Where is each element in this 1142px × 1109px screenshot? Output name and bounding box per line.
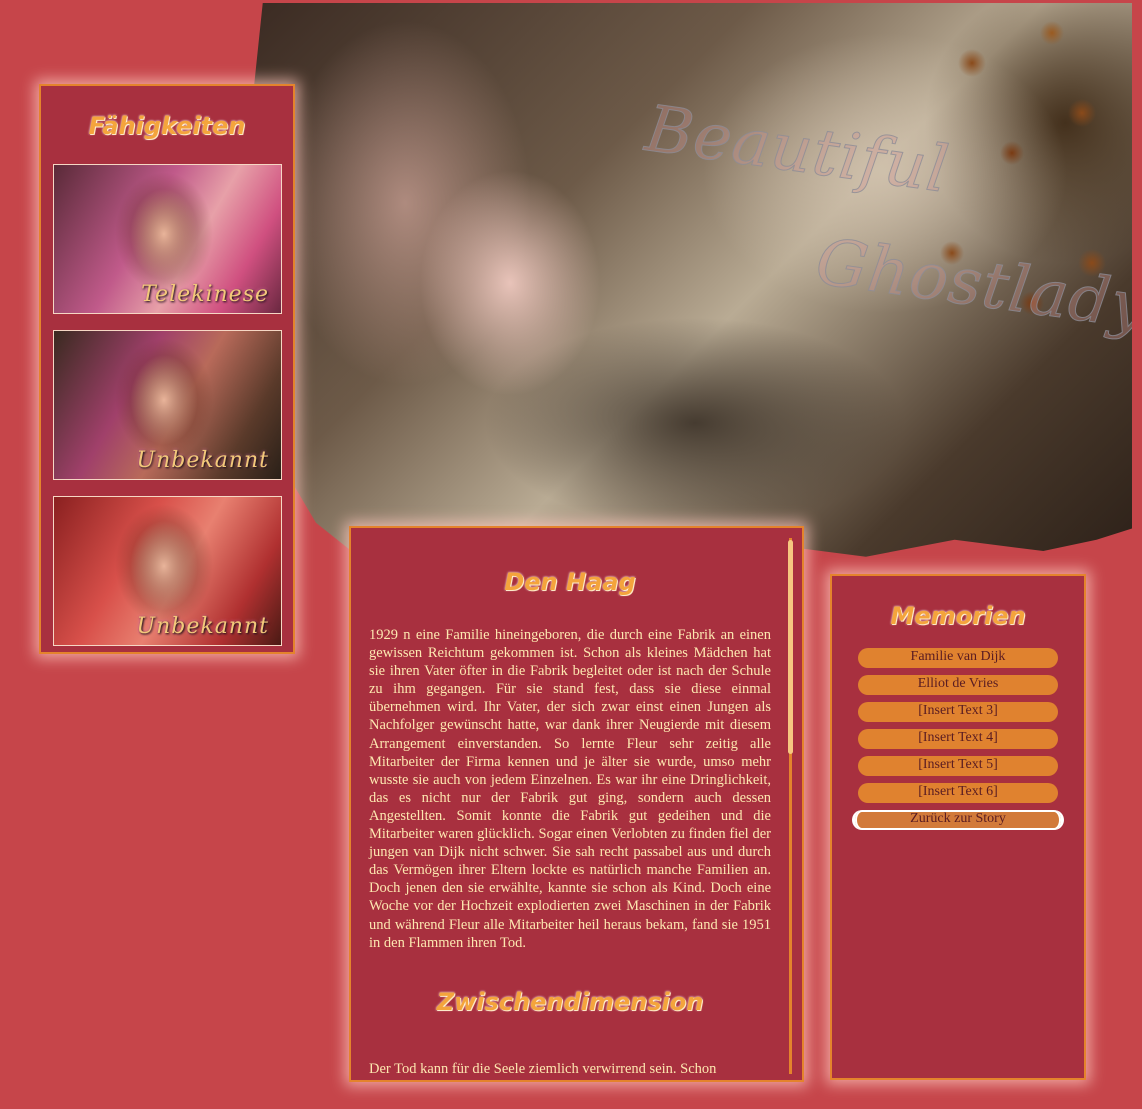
- section-title-den-haag: Den Haag: [504, 568, 636, 596]
- story-paragraph-2: Der Tod kann für die Seele ziemlich verw…: [369, 1060, 717, 1077]
- ability-label: Unbekannt: [136, 448, 269, 473]
- memories-panel: Memorien Familie van Dijk Elliot de Vrie…: [830, 574, 1086, 1080]
- ability-card-2: Unbekannt: [53, 330, 282, 480]
- memory-button-familie-van-dijk[interactable]: Familie van Dijk: [858, 648, 1058, 668]
- abilities-panel: Fähigkeiten Telekinese Unbekannt Unbekan…: [39, 84, 295, 654]
- memory-button-3[interactable]: [Insert Text 3]: [858, 702, 1058, 722]
- memory-button-elliot-de-vries[interactable]: Elliot de Vries: [858, 675, 1058, 695]
- section-title-zwischendimension: Zwischendimension: [436, 987, 704, 1016]
- memory-button-5[interactable]: [Insert Text 5]: [858, 756, 1058, 776]
- story-panel[interactable]: Den Haag 1929 n eine Familie hineingebor…: [349, 526, 804, 1082]
- roses-decoration: [912, 3, 1132, 423]
- ability-label: Unbekannt: [136, 614, 269, 639]
- ability-card-1: Telekinese: [53, 164, 282, 314]
- header-title-line1: Beautiful: [641, 92, 954, 209]
- memory-button-6[interactable]: [Insert Text 6]: [858, 783, 1058, 803]
- memories-title: Memorien: [890, 602, 1026, 630]
- back-to-story-button[interactable]: Zurück zur Story: [852, 810, 1064, 830]
- header-figure-image: [390, 133, 630, 433]
- story-paragraph-1: 1929 n eine Familie hineingeboren, die d…: [369, 627, 771, 951]
- ability-card-3: Unbekannt: [53, 496, 282, 646]
- abilities-title: Fähigkeiten: [88, 112, 246, 140]
- memory-button-4[interactable]: [Insert Text 4]: [858, 729, 1058, 749]
- header-banner: Beautiful Ghostlady: [245, 3, 1132, 563]
- scrollbar-thumb[interactable]: [788, 540, 793, 754]
- ability-label: Telekinese: [141, 282, 269, 307]
- story-content: Den Haag 1929 n eine Familie hineingebor…: [369, 568, 771, 1078]
